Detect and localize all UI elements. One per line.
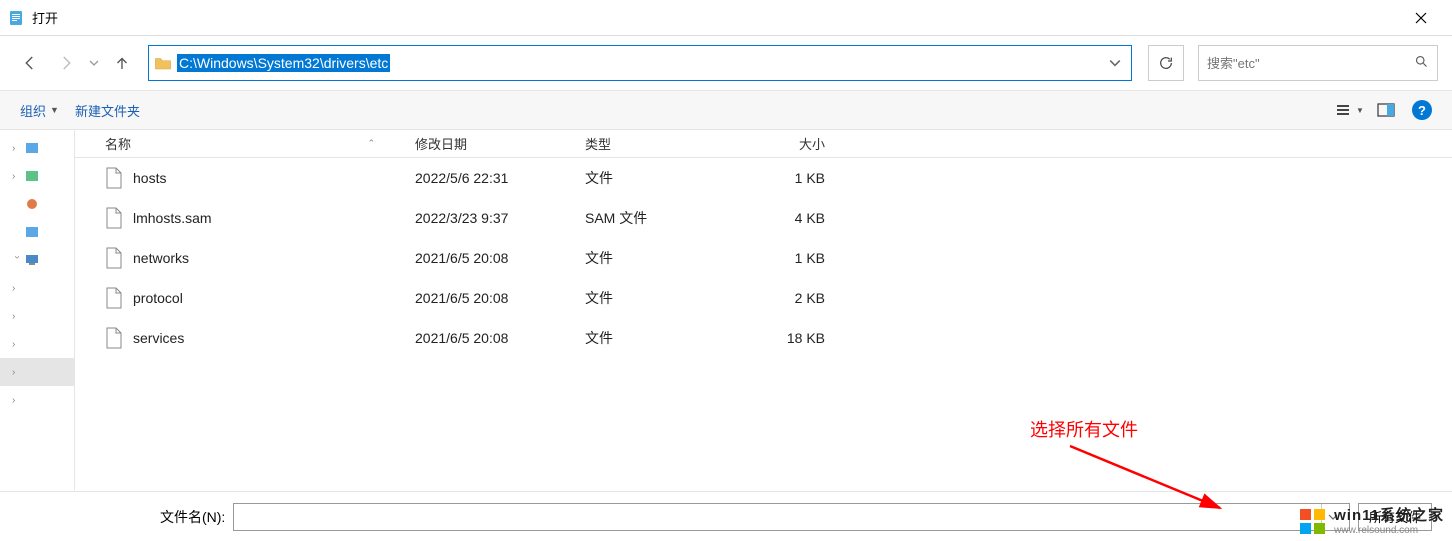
column-headers[interactable]: 名称⌃ 修改日期 类型 大小 — [75, 130, 1452, 158]
file-icon — [105, 287, 123, 309]
tree-item[interactable]: › — [0, 246, 74, 274]
help-icon: ? — [1412, 100, 1432, 120]
file-name: services — [133, 330, 184, 346]
search-icon — [1414, 54, 1429, 72]
file-type: 文件 — [585, 328, 735, 348]
file-date: 2021/6/5 20:08 — [415, 330, 585, 346]
folder-icon — [149, 54, 177, 72]
nav-forward-button[interactable] — [50, 47, 82, 79]
file-name: hosts — [133, 170, 166, 186]
file-date: 2021/6/5 20:08 — [415, 250, 585, 266]
pc-icon — [26, 254, 38, 266]
file-date: 2021/6/5 20:08 — [415, 290, 585, 306]
help-button[interactable]: ? — [1406, 96, 1438, 124]
watermark-url: www.relsound.com — [1334, 525, 1444, 537]
watermark-title: win11系统之家 — [1334, 507, 1444, 525]
file-icon — [105, 207, 123, 229]
chevron-down-icon: ▼ — [50, 105, 59, 115]
titlebar: 打开 — [0, 0, 1452, 36]
tree-item[interactable]: › — [0, 330, 74, 358]
tree-item[interactable]: › — [0, 134, 74, 162]
annotation-arrow-icon — [1060, 438, 1240, 518]
file-row[interactable]: protocol 2021/6/5 20:08文件2 KB — [75, 278, 1452, 318]
drive-icon — [26, 226, 38, 238]
file-name: lmhosts.sam — [133, 210, 212, 226]
navbar: C:\Windows\System32\drivers\etc — [0, 36, 1452, 90]
organize-menu[interactable]: 组织 ▼ — [12, 97, 67, 124]
tree-item[interactable]: › — [0, 386, 74, 414]
preview-pane-button[interactable] — [1370, 96, 1402, 124]
file-date: 2022/3/23 9:37 — [415, 210, 585, 226]
address-bar[interactable]: C:\Windows\System32\drivers\etc — [148, 45, 1132, 81]
address-dropdown-chevron[interactable] — [1099, 57, 1131, 69]
file-size: 4 KB — [735, 210, 835, 226]
file-type: 文件 — [585, 248, 735, 268]
file-type: 文件 — [585, 168, 735, 188]
tree-item[interactable] — [0, 414, 74, 442]
file-size: 2 KB — [735, 290, 835, 306]
nav-back-button[interactable] — [14, 47, 46, 79]
notepad-icon — [8, 10, 24, 26]
column-header-size[interactable]: 大小 — [735, 134, 835, 153]
filename-label: 文件名(N): — [160, 507, 225, 527]
refresh-button[interactable] — [1148, 45, 1184, 81]
sort-indicator-icon: ⌃ — [367, 138, 375, 149]
close-button[interactable] — [1398, 0, 1444, 35]
tree-item[interactable]: › — [0, 162, 74, 190]
watermark-logo-icon — [1298, 507, 1328, 537]
file-size: 1 KB — [735, 250, 835, 266]
window-title: 打开 — [32, 8, 1398, 27]
file-type: SAM 文件 — [585, 208, 735, 228]
file-date: 2022/5/6 22:31 — [415, 170, 585, 186]
nav-up-button[interactable] — [106, 47, 138, 79]
address-path[interactable]: C:\Windows\System32\drivers\etc — [177, 53, 1099, 73]
drive-icon — [26, 170, 38, 182]
file-row[interactable]: services 2021/6/5 20:08文件18 KB — [75, 318, 1452, 358]
file-row[interactable]: lmhosts.sam 2022/3/23 9:37SAM 文件4 KB — [75, 198, 1452, 238]
file-size: 18 KB — [735, 330, 835, 346]
organize-label: 组织 — [20, 101, 46, 120]
file-icon — [105, 167, 123, 189]
view-options-button[interactable]: ▼ — [1334, 96, 1366, 124]
watermark: win11系统之家 www.relsound.com — [1298, 507, 1444, 537]
tree-item[interactable] — [0, 218, 74, 246]
column-header-name[interactable]: 名称⌃ — [105, 134, 415, 153]
new-folder-button[interactable]: 新建文件夹 — [67, 97, 148, 124]
main-area: › › › › › › › › 名称⌃ 修改日期 类型 大小 hosts 2022… — [0, 130, 1452, 490]
file-row[interactable]: networks 2021/6/5 20:08文件1 KB — [75, 238, 1452, 278]
column-header-date[interactable]: 修改日期 — [415, 134, 585, 153]
tree-item[interactable]: › — [0, 358, 74, 386]
chevron-down-icon: ▼ — [1356, 106, 1364, 115]
file-name: networks — [133, 250, 189, 266]
search-box[interactable] — [1198, 45, 1438, 81]
tree-item[interactable] — [0, 190, 74, 218]
file-size: 1 KB — [735, 170, 835, 186]
file-name: protocol — [133, 290, 183, 306]
toolbar: 组织 ▼ 新建文件夹 ▼ ? — [0, 90, 1452, 130]
file-icon — [105, 247, 123, 269]
file-list: 名称⌃ 修改日期 类型 大小 hosts2022/5/6 22:31文件1 KB… — [75, 130, 1452, 490]
file-row[interactable]: hosts 2022/5/6 22:31文件1 KB — [75, 158, 1452, 198]
file-type: 文件 — [585, 288, 735, 308]
file-icon — [105, 327, 123, 349]
nav-history-chevron[interactable] — [86, 47, 102, 79]
nav-tree[interactable]: › › › › › › › › — [0, 130, 75, 490]
drive-icon — [26, 198, 38, 210]
tree-item[interactable]: › — [0, 274, 74, 302]
search-input[interactable] — [1207, 56, 1414, 71]
tree-item[interactable]: › — [0, 302, 74, 330]
drive-icon — [26, 142, 38, 154]
column-header-type[interactable]: 类型 — [585, 134, 735, 153]
